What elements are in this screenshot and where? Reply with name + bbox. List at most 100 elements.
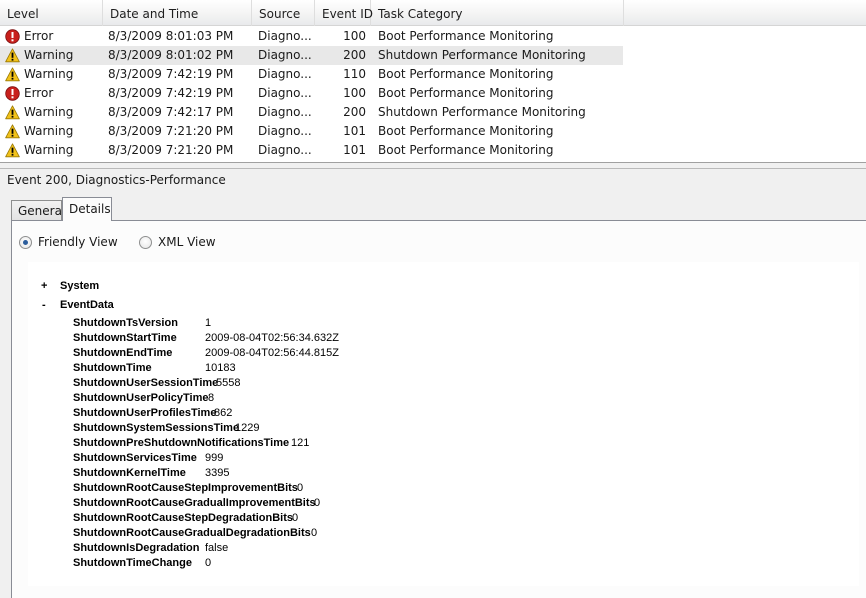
event-row[interactable]: Warning 8/3/2009 8:01:02 PM Diagno... 200 Sh… (0, 46, 866, 65)
eventdata-field: ShutdownTsVersion 1 (73, 316, 211, 331)
event-row[interactable]: Warning 8/3/2009 7:42:17 PM Diagno... 200 Sh… (0, 103, 866, 122)
column-header-level[interactable]: Level (0, 0, 103, 26)
field-value: 2009-08-04T02:56:34.632Z (205, 332, 339, 344)
row-event-id: 200 (343, 105, 366, 119)
row-date-time: 8/3/2009 7:42:19 PM (108, 86, 234, 100)
eventdata-field: ShutdownIsDegradation false (73, 541, 228, 556)
row-date-time: 8/3/2009 8:01:02 PM (108, 48, 234, 62)
column-header-date-time[interactable]: Date and Time (103, 0, 252, 26)
warning-icon (5, 124, 20, 139)
xml-view-radio[interactable] (139, 236, 152, 249)
row-level: Error (24, 86, 54, 100)
row-date-time: 8/3/2009 7:21:20 PM (108, 124, 234, 138)
error-icon (5, 86, 20, 101)
eventdata-field: ShutdownStartTime 2009-08-04T02:56:34.632… (73, 331, 339, 346)
event-row[interactable]: Warning 8/3/2009 7:42:19 PM Diagno... 110 Bo… (0, 65, 866, 84)
column-header-source[interactable]: Source (252, 0, 315, 26)
pane-splitter[interactable] (0, 163, 866, 169)
row-level: Warning (24, 105, 74, 119)
row-date-time: 8/3/2009 7:42:19 PM (108, 67, 234, 81)
field-name: ShutdownUserSessionTime (73, 377, 219, 389)
field-name: ShutdownEndTime (73, 347, 173, 359)
row-task-category: Shutdown Performance Monitoring (378, 48, 586, 62)
field-name: ShutdownTime (73, 362, 152, 374)
eventdata-field: ShutdownRootCauseStepImprovementBits 0 (73, 481, 303, 496)
warning-icon (5, 105, 20, 120)
friendly-view-radio[interactable] (19, 236, 32, 249)
row-event-id: 101 (343, 124, 366, 138)
field-value: 10183 (205, 362, 236, 374)
eventdata-field: ShutdownUserSessionTime 5558 (73, 376, 240, 391)
field-name: ShutdownRootCauseStepDegradationBits (73, 512, 294, 524)
warning-icon (5, 48, 20, 63)
field-value: false (205, 542, 229, 554)
field-value: 121 (291, 437, 310, 449)
row-source: Diagno... (258, 143, 312, 157)
eventdata-field: ShutdownRootCauseStepDegradationBits 0 (73, 511, 298, 526)
row-task-category: Boot Performance Monitoring (378, 143, 554, 157)
field-value: 1229 (235, 422, 260, 434)
eventdata-field: ShutdownServicesTime 999 (73, 451, 223, 466)
eventdata-field: ShutdownPreShutdownNotificationsTime 121 (73, 436, 309, 451)
field-value: 862 (214, 407, 233, 419)
warning-icon (5, 67, 20, 82)
event-detail-title: Event 200, Diagnostics-Performance (7, 173, 226, 187)
eventdata-collapse-toggle[interactable]: - (42, 299, 46, 311)
friendly-view-label: Friendly View (38, 235, 118, 249)
field-name: ShutdownTimeChange (73, 557, 192, 569)
tab-general[interactable]: General (11, 200, 65, 220)
event-row[interactable]: Error 8/3/2009 8:01:03 PM Diagno... 100 Boot… (0, 27, 866, 46)
row-source: Diagno... (258, 29, 312, 43)
field-name: ShutdownRootCauseGradualImprovementBits (73, 497, 316, 509)
field-value: 1 (205, 317, 212, 329)
tree-node-system[interactable]: System (60, 280, 99, 292)
column-header-event-id[interactable]: Event ID (315, 0, 373, 26)
row-task-category: Boot Performance Monitoring (378, 124, 554, 138)
field-value: 2009-08-04T02:56:44.815Z (205, 347, 339, 359)
field-name: ShutdownTsVersion (73, 317, 178, 329)
row-event-id: 100 (343, 86, 366, 100)
field-value: 0 (311, 527, 318, 539)
field-value: 0 (292, 512, 299, 524)
field-value: 8 (208, 392, 215, 404)
field-value: 0 (205, 557, 212, 569)
field-value: 0 (297, 482, 304, 494)
tab-details[interactable]: Details (62, 197, 112, 221)
eventdata-field: ShutdownSystemSessionsTime 1229 (73, 421, 259, 436)
event-row[interactable]: Warning 8/3/2009 7:21:20 PM Diagno... 101 Bo… (0, 141, 866, 160)
eventdata-field: ShutdownTime 10183 (73, 361, 236, 376)
row-source: Diagno... (258, 86, 312, 100)
field-value: 3395 (205, 467, 230, 479)
eventdata-field: ShutdownUserProfilesTime 862 (73, 406, 232, 421)
row-task-category: Shutdown Performance Monitoring (378, 105, 586, 119)
event-list[interactable]: Level Date and Time Source Event ID Task… (0, 0, 866, 163)
eventdata-field: ShutdownRootCauseGradualDegradationBits 0 (73, 526, 317, 541)
field-name: ShutdownStartTime (73, 332, 177, 344)
system-expand-toggle[interactable]: + (41, 280, 47, 292)
field-name: ShutdownIsDegradation (73, 542, 200, 554)
field-value: 999 (205, 452, 224, 464)
field-name: ShutdownRootCauseStepImprovementBits (73, 482, 298, 494)
field-name: ShutdownSystemSessionsTime (73, 422, 240, 434)
eventdata-field: ShutdownKernelTime 3395 (73, 466, 229, 481)
row-task-category: Boot Performance Monitoring (378, 67, 554, 81)
tree-node-eventdata[interactable]: EventData (60, 299, 114, 311)
field-value: 0 (314, 497, 321, 509)
field-name: ShutdownRootCauseGradualDegradationBits (73, 527, 311, 539)
error-icon (5, 29, 20, 44)
row-level: Error (24, 29, 54, 43)
event-row[interactable]: Warning 8/3/2009 7:21:20 PM Diagno... 101 Bo… (0, 122, 866, 141)
row-date-time: 8/3/2009 7:42:17 PM (108, 105, 234, 119)
field-name: ShutdownPreShutdownNotificationsTime (73, 437, 290, 449)
field-name: ShutdownUserPolicyTime (73, 392, 209, 404)
eventdata-field: ShutdownRootCauseGradualImprovementBits 0 (73, 496, 320, 511)
row-event-id: 200 (343, 48, 366, 62)
eventdata-field: ShutdownUserPolicyTime 8 (73, 391, 214, 406)
row-task-category: Boot Performance Monitoring (378, 86, 554, 100)
xml-view-label: XML View (158, 235, 216, 249)
row-event-id: 100 (343, 29, 366, 43)
event-row[interactable]: Error 8/3/2009 7:42:19 PM Diagno... 100 Boot… (0, 84, 866, 103)
eventdata-field: ShutdownEndTime 2009-08-04T02:56:44.815Z (73, 346, 339, 361)
column-header-task-category[interactable]: Task Category (371, 0, 624, 26)
row-level: Warning (24, 48, 74, 62)
